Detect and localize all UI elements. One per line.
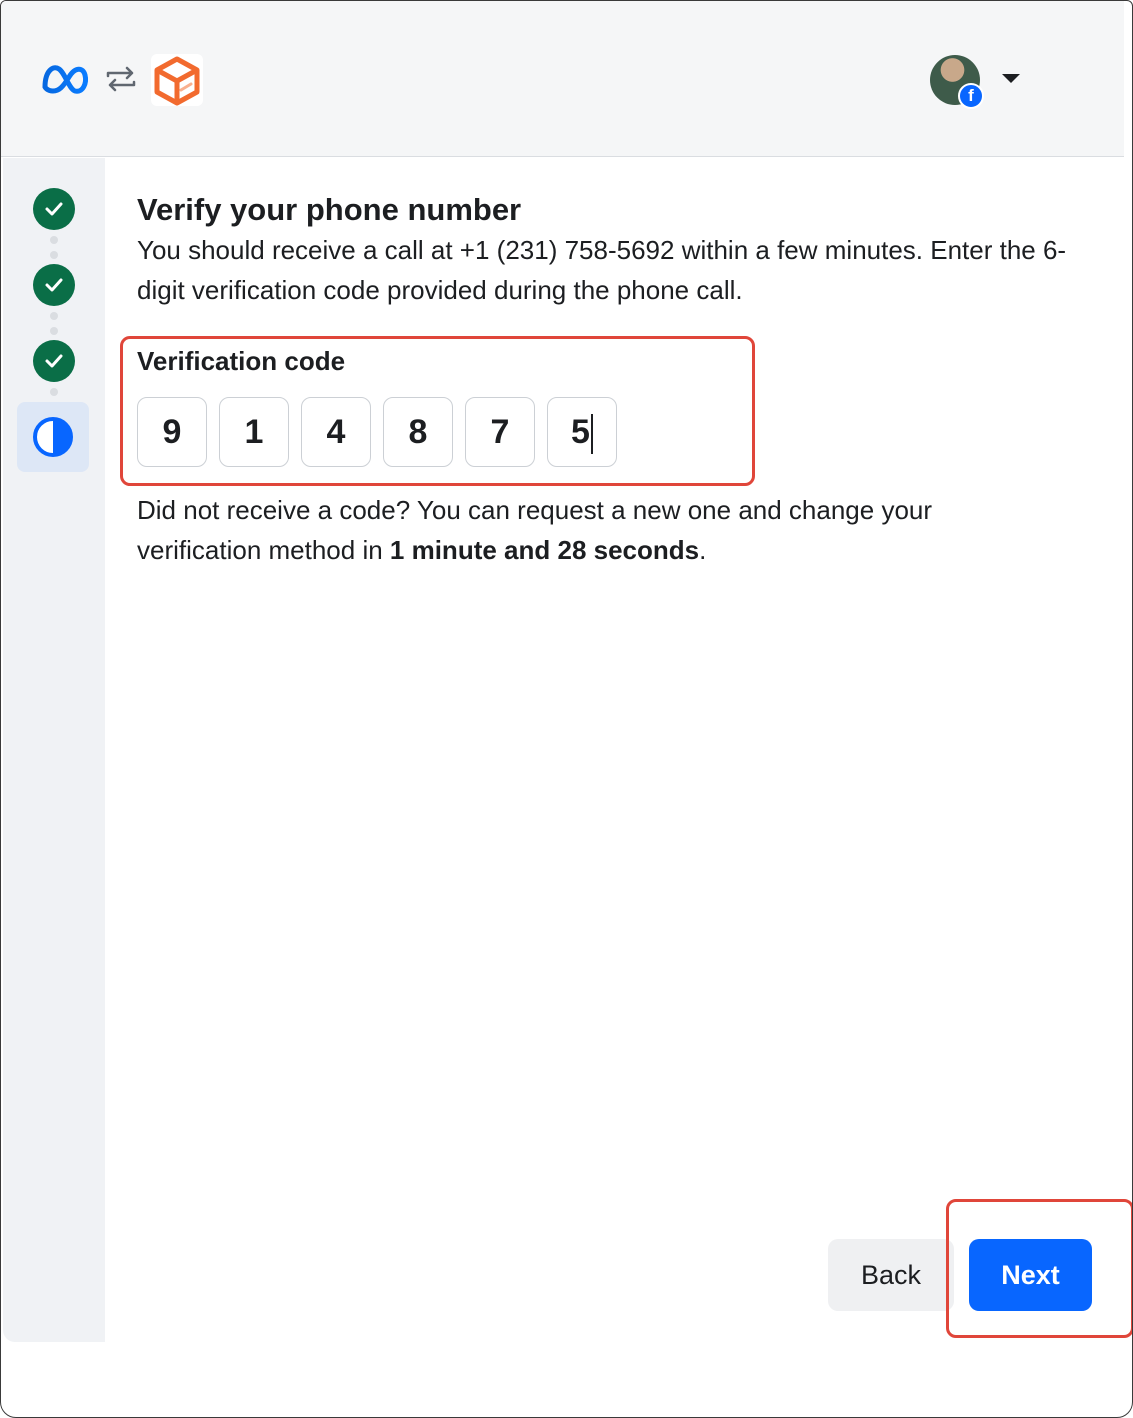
step-2-complete — [33, 264, 75, 306]
progress-sidebar — [3, 158, 105, 1342]
swap-arrows-icon — [106, 66, 136, 92]
back-button[interactable]: Back — [828, 1239, 954, 1311]
verification-code-label: Verification code — [137, 346, 346, 376]
code-digit-1[interactable]: 9 — [137, 397, 207, 467]
top-header: f — [1, 1, 1124, 157]
check-icon — [45, 202, 63, 216]
resend-countdown: 1 minute and 28 seconds — [389, 535, 700, 565]
code-digit-4[interactable]: 8 — [383, 397, 453, 467]
main-content: Verify your phone number You should rece… — [105, 158, 1124, 1342]
step-4-current — [17, 402, 89, 472]
code-digit-6[interactable]: 5 — [547, 397, 617, 467]
code-digit-2[interactable]: 1 — [219, 397, 289, 467]
half-circle-icon — [33, 417, 73, 457]
facebook-badge-icon: f — [958, 83, 984, 109]
resend-suffix: . — [699, 535, 707, 565]
code-digit-3[interactable]: 4 — [301, 397, 371, 467]
code-digit-5[interactable]: 7 — [465, 397, 535, 467]
page-title: Verify your phone number — [137, 192, 522, 227]
step-connector — [50, 236, 58, 266]
code-digit-6-value: 5 — [571, 413, 590, 451]
next-button[interactable]: Next — [969, 1239, 1092, 1311]
text-cursor — [590, 414, 593, 455]
step-connector — [50, 388, 58, 403]
resend-info: Did not receive a code? You can request … — [137, 490, 1037, 570]
page-description: You should receive a call at +1 (231) 75… — [137, 235, 1067, 305]
check-icon — [45, 278, 63, 292]
caret-down-icon[interactable] — [1002, 74, 1020, 83]
orange-cube-app-icon — [151, 54, 203, 106]
account-avatar[interactable]: f — [930, 55, 984, 109]
app-window: f Verify your phone number You should re… — [0, 0, 1133, 1418]
meta-infinity-icon — [42, 65, 88, 94]
step-1-complete — [33, 188, 75, 230]
step-connector — [50, 312, 58, 342]
step-3-complete — [33, 340, 75, 382]
check-icon — [45, 354, 63, 368]
